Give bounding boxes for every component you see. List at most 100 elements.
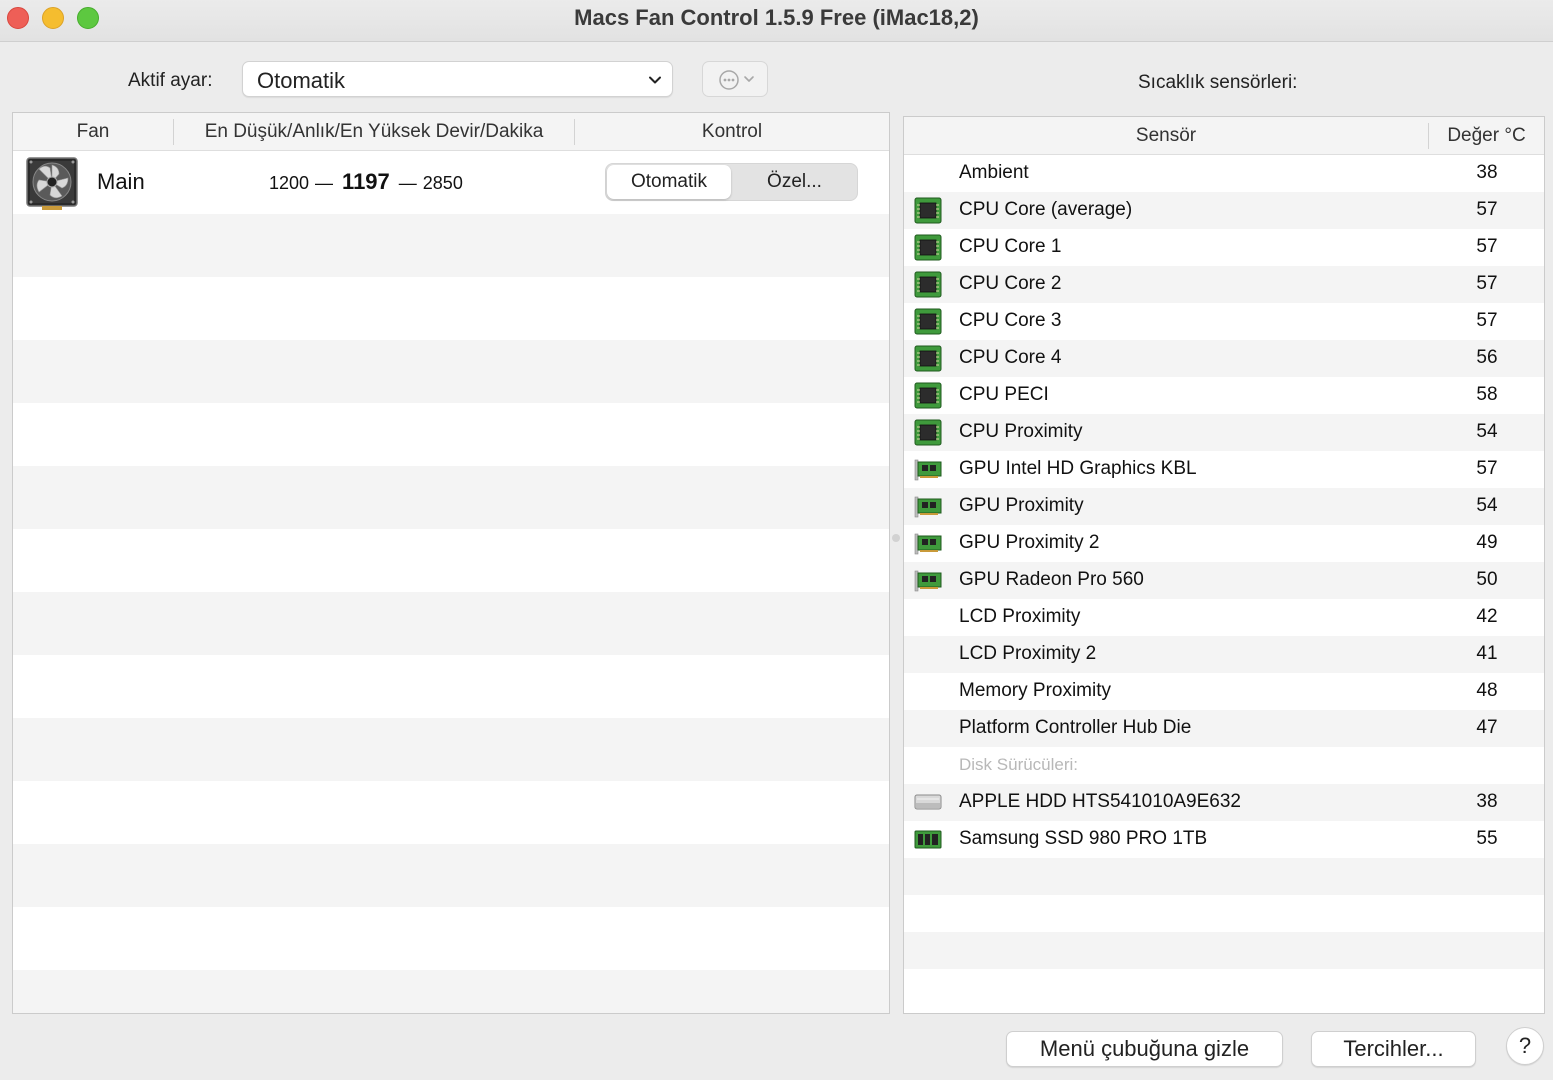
- sensor-row[interactable]: CPU Proximity 54: [904, 414, 1544, 451]
- sensor-row[interactable]: Memory Proximity 48: [904, 673, 1544, 710]
- sensor-name: LCD Proximity: [959, 606, 1081, 627]
- fan-rpm-readout: 1200—1197—2850: [269, 169, 463, 195]
- temperature-sensors-title: Sıcaklık sensörleri:: [1138, 72, 1298, 93]
- column-header-fan[interactable]: Fan: [13, 113, 173, 151]
- sensor-row[interactable]: CPU Core 2 57: [904, 266, 1544, 303]
- empty-row: [13, 844, 889, 907]
- gpu-card-icon: [914, 570, 942, 592]
- fan-current-rpm: 1197: [342, 169, 390, 194]
- column-header-control[interactable]: Kontrol: [575, 113, 889, 151]
- gpu-card-icon: [914, 459, 942, 481]
- sensor-name: CPU PECI: [959, 384, 1049, 405]
- empty-row: [904, 932, 1544, 969]
- sensor-row[interactable]: LCD Proximity 2 41: [904, 636, 1544, 673]
- window-title: Macs Fan Control 1.5.9 Free (iMac18,2): [574, 5, 979, 30]
- fan-control-segmented: Otomatik Özel...: [605, 163, 858, 201]
- sensor-row[interactable]: GPU Intel HD Graphics KBL 57: [904, 451, 1544, 488]
- fan-table-header: Fan En Düşük/Anlık/En Yüksek Devir/Dakik…: [13, 113, 889, 151]
- title-bar[interactable]: Macs Fan Control 1.5.9 Free (iMac18,2): [0, 0, 1553, 42]
- sensor-name: Platform Controller Hub Die: [959, 717, 1192, 738]
- sensor-value: 57: [1476, 310, 1498, 331]
- fan-icon: [26, 157, 78, 210]
- split-view-handle[interactable]: [892, 534, 900, 542]
- fan-row-main[interactable]: Main 1200—1197—2850 Otomatik Özel...: [13, 151, 889, 214]
- preset-dropdown[interactable]: Otomatik: [242, 61, 673, 97]
- sensor-name: Samsung SSD 980 PRO 1TB: [959, 828, 1208, 849]
- preset-selected-value: Otomatik: [257, 68, 346, 93]
- fan-max-rpm: 2850: [422, 173, 463, 193]
- cpu-chip-icon: [914, 382, 942, 409]
- sensor-row[interactable]: CPU Core 4 56: [904, 340, 1544, 377]
- sensor-value: 57: [1476, 236, 1498, 257]
- cpu-chip-icon: [914, 271, 942, 298]
- sensor-value: 49: [1476, 532, 1498, 553]
- sensor-name: GPU Proximity: [959, 495, 1084, 516]
- sensor-name: Ambient: [959, 162, 1029, 183]
- sensor-row[interactable]: CPU Core 1 57: [904, 229, 1544, 266]
- sensor-value: 57: [1476, 458, 1498, 479]
- sensor-value: 54: [1476, 421, 1498, 442]
- more-options-button[interactable]: [702, 61, 768, 97]
- sensor-name: CPU Proximity: [959, 421, 1083, 442]
- sensor-value: 41: [1476, 643, 1498, 664]
- gpu-card-icon: [914, 496, 942, 518]
- sensor-value: 47: [1476, 717, 1498, 738]
- auto-control-button[interactable]: Otomatik: [607, 165, 731, 199]
- fan-min-rpm: 1200: [269, 173, 310, 193]
- custom-control-button[interactable]: Özel...: [732, 165, 857, 199]
- empty-row: [13, 466, 889, 529]
- sensor-row[interactable]: GPU Radeon Pro 560 50: [904, 562, 1544, 599]
- sensor-row[interactable]: Platform Controller Hub Die 47: [904, 710, 1544, 747]
- empty-row: [904, 858, 1544, 895]
- hide-to-menu-bar-button[interactable]: Menü çubuğuna gizle: [1006, 1031, 1283, 1067]
- sensor-group-header: Disk Sürücüleri:: [904, 747, 1544, 784]
- preferences-button[interactable]: Tercihler...: [1311, 1031, 1476, 1067]
- chevron-down-icon: [649, 76, 661, 84]
- empty-row: [904, 969, 1544, 1006]
- sensor-row[interactable]: GPU Proximity 2 49: [904, 525, 1544, 562]
- sensor-value: 54: [1476, 495, 1498, 516]
- sensor-value: 55: [1476, 828, 1498, 849]
- fan-table: Fan En Düşük/Anlık/En Yüksek Devir/Dakik…: [12, 112, 890, 1014]
- empty-row: [13, 718, 889, 781]
- sensor-row[interactable]: CPU Core 3 57: [904, 303, 1544, 340]
- cpu-chip-icon: [914, 234, 942, 261]
- sensor-row[interactable]: APPLE HDD HTS541010A9E632 38: [904, 784, 1544, 821]
- empty-row: [13, 340, 889, 403]
- empty-row: [13, 970, 889, 1013]
- sensor-value: 58: [1476, 384, 1498, 405]
- cpu-chip-icon: [914, 345, 942, 372]
- sensor-row[interactable]: Samsung SSD 980 PRO 1TB 55: [904, 821, 1544, 858]
- column-header-value[interactable]: Değer °C: [1429, 117, 1544, 155]
- hdd-icon: [914, 794, 942, 810]
- sensor-name: GPU Intel HD Graphics KBL: [959, 458, 1197, 479]
- separator-dash: —: [398, 173, 417, 193]
- ssd-icon: [914, 830, 942, 849]
- sensor-name: CPU Core 1: [959, 236, 1062, 257]
- ellipsis-circle-icon: [719, 70, 754, 90]
- sensor-name: GPU Proximity 2: [959, 532, 1100, 553]
- column-header-sensor[interactable]: Sensör: [904, 117, 1428, 155]
- sensor-name: CPU Core (average): [959, 199, 1133, 220]
- gpu-card-icon: [914, 533, 942, 555]
- sensor-value: 38: [1476, 791, 1498, 812]
- sensor-value: 48: [1476, 680, 1498, 701]
- cpu-chip-icon: [914, 419, 942, 446]
- empty-row: [13, 214, 889, 277]
- sensor-row[interactable]: Ambient 38: [904, 155, 1544, 192]
- sensor-table: Sensör Değer °C Ambient 38 CPU Core (avera…: [903, 116, 1545, 1014]
- sensor-row[interactable]: LCD Proximity 42: [904, 599, 1544, 636]
- group-label: Disk Sürücüleri:: [959, 755, 1079, 774]
- preset-label: Aktif ayar:: [128, 70, 213, 91]
- sensor-name: GPU Radeon Pro 560: [959, 569, 1144, 590]
- sensor-value: 56: [1476, 347, 1498, 368]
- help-button[interactable]: ?: [1506, 1027, 1544, 1065]
- sensor-table-header: Sensör Değer °C: [904, 117, 1544, 155]
- sensor-row[interactable]: CPU PECI 58: [904, 377, 1544, 414]
- column-header-rpm[interactable]: En Düşük/Anlık/En Yüksek Devir/Dakika: [174, 113, 574, 151]
- sensor-name: LCD Proximity 2: [959, 643, 1097, 664]
- cpu-chip-icon: [914, 308, 942, 335]
- sensor-value: 38: [1476, 162, 1498, 183]
- sensor-row[interactable]: GPU Proximity 54: [904, 488, 1544, 525]
- sensor-row[interactable]: CPU Core (average) 57: [904, 192, 1544, 229]
